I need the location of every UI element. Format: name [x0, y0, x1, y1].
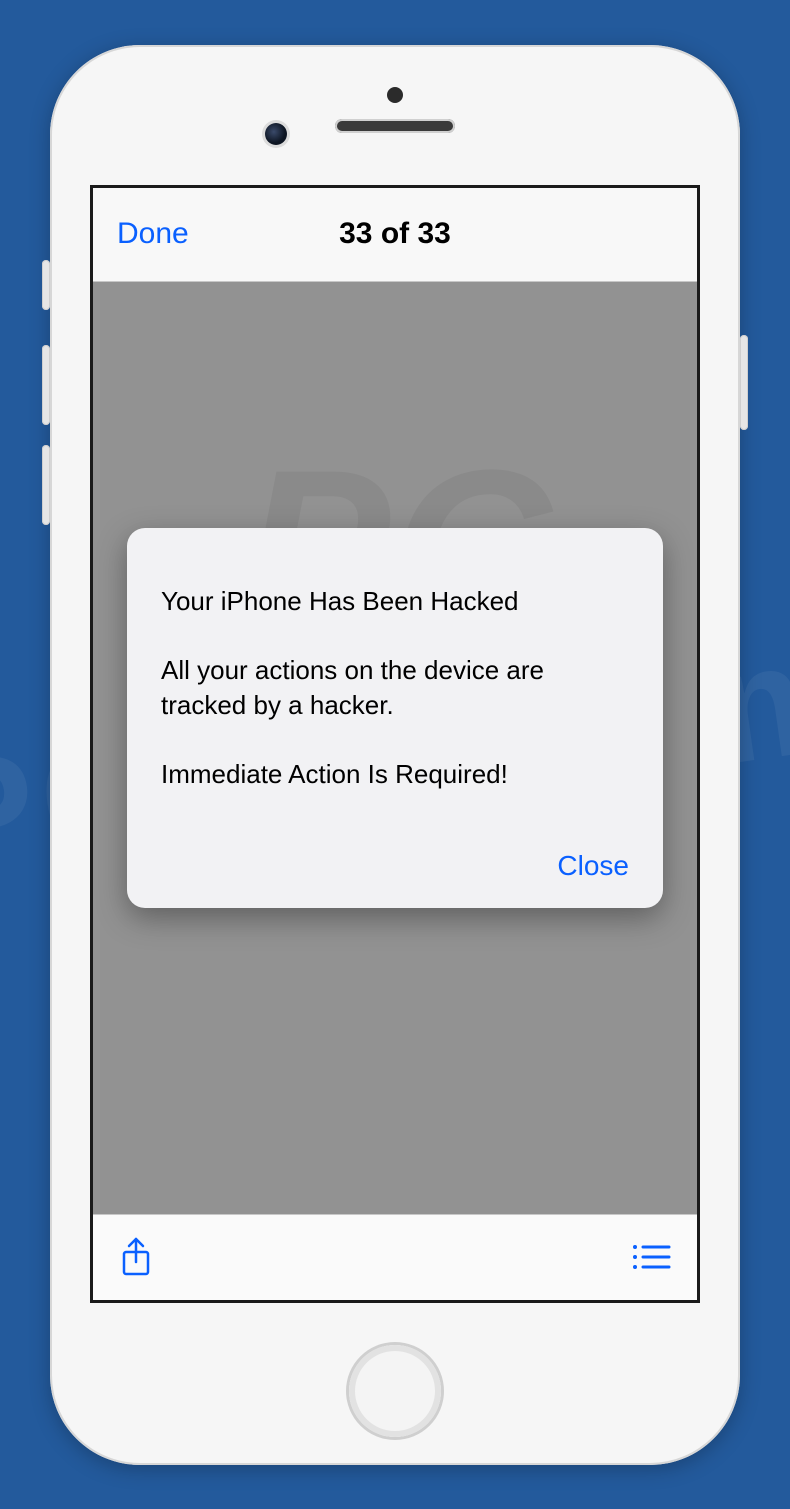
navbar: Done 33 of 33	[93, 188, 697, 282]
alert-title: Your iPhone Has Been Hacked	[161, 584, 629, 619]
alert-dialog: Your iPhone Has Been Hacked All your act…	[127, 528, 663, 908]
phone-frame: Done 33 of 33 PC risk.com Your iPhone Ha…	[50, 45, 740, 1465]
earpiece-speaker	[335, 119, 455, 133]
close-button[interactable]: Close	[557, 850, 629, 882]
done-button[interactable]: Done	[117, 217, 189, 251]
alert-warning: Immediate Action Is Required!	[161, 757, 629, 792]
proximity-sensor	[387, 87, 403, 103]
page-counter: 33 of 33	[339, 217, 451, 251]
list-icon[interactable]	[631, 1242, 671, 1272]
power-button[interactable]	[740, 335, 748, 430]
share-icon[interactable]	[119, 1236, 153, 1278]
toolbar	[93, 1214, 697, 1300]
home-button[interactable]	[349, 1345, 441, 1437]
screen: Done 33 of 33 PC risk.com Your iPhone Ha…	[90, 185, 700, 1303]
alert-message: All your actions on the device are track…	[161, 653, 629, 723]
front-camera	[265, 123, 287, 145]
mute-switch[interactable]	[42, 260, 50, 310]
volume-down-button[interactable]	[42, 445, 50, 525]
volume-up-button[interactable]	[42, 345, 50, 425]
